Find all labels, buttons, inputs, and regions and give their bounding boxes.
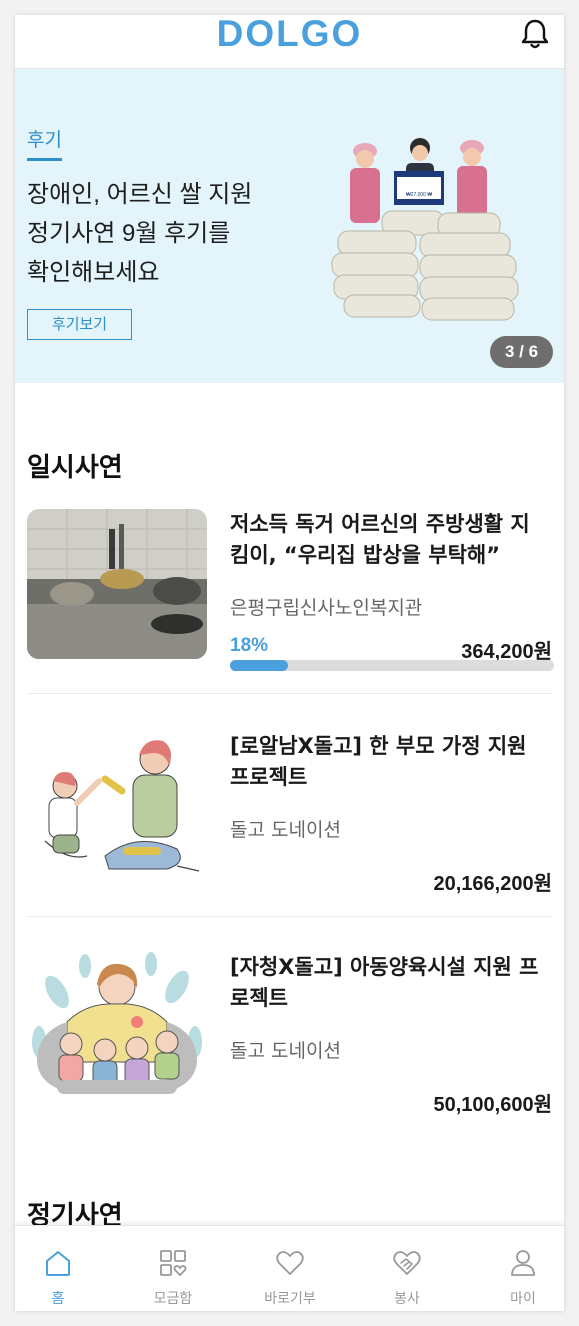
banner-title: 장애인, 어르신 쌀 지원 정기사연 9월 후기를 확인해보세요 xyxy=(27,175,317,292)
nav-my[interactable]: 마이 xyxy=(473,1226,564,1311)
nav-label: 홈 xyxy=(51,1291,65,1307)
nav-label: 모금함 xyxy=(153,1291,193,1307)
divider xyxy=(27,693,552,694)
campaign-progress-rate: 18% xyxy=(230,635,269,656)
campaign-title[interactable]: [로알남X돌고] 한 부모 가정 지원 프로젝트 xyxy=(230,731,555,793)
campaign-card[interactable]: [로알남X돌고] 한 부모 가정 지원 프로젝트 돌고 도네이션 20,166,… xyxy=(27,731,555,895)
banner-title-line: 장애인, 어르신 쌀 지원 xyxy=(27,181,253,208)
nav-label: 바로기부 xyxy=(264,1291,316,1307)
caregiver-children-illustration xyxy=(27,952,207,1102)
rice-bags xyxy=(331,210,519,321)
sign-amount: ₩27,000 ₩ xyxy=(406,192,432,198)
heart-icon xyxy=(276,1251,304,1275)
bell-icon[interactable] xyxy=(519,18,551,50)
rice-donation-photo: ₩27,000 ₩ xyxy=(331,138,519,321)
parent-child-illustration xyxy=(27,731,207,881)
campaign-title[interactable]: 저소득 독거 어르신의 주방생활 지 킴이, “우리집 밥상을 부탁해” xyxy=(230,509,555,571)
home-icon xyxy=(46,1251,70,1276)
campaign-card[interactable]: [자청X돌고] 아동양육시설 지원 프 로젝트 돌고 도네이션 50,100,6… xyxy=(27,952,555,1116)
banner-title-line: 정기사연 9월 후기를 xyxy=(27,220,231,247)
volunteer-person xyxy=(457,140,487,221)
dolgo-logo[interactable]: DOLGO xyxy=(15,15,564,53)
bottom-nav: 홈 모금함 바로기부 봉사 마이 xyxy=(15,1225,564,1311)
campaign-title[interactable]: [자청X돌고] 아동양육시설 지원 프 로젝트 xyxy=(230,952,555,1014)
campaign-title-line: 로젝트 xyxy=(230,986,288,1010)
banner-tag: 후기 xyxy=(27,125,62,161)
campaign-thumbnail xyxy=(27,731,207,881)
nav-direct-donate[interactable]: 바로기부 xyxy=(240,1226,340,1311)
nav-donation-box[interactable]: 모금함 xyxy=(123,1226,223,1311)
campaign-title-line: [자청X돌고] 아동양육시설 지원 프 xyxy=(230,955,539,979)
campaign-card[interactable]: 저소득 독거 어르신의 주방생활 지 킴이, “우리집 밥상을 부탁해” 은평구… xyxy=(27,509,555,671)
campaign-organization: 은평구립신사노인복지관 xyxy=(230,597,423,619)
grid-heart-icon xyxy=(160,1250,187,1277)
app-header: DOLGO xyxy=(15,15,564,69)
section-title-temporary: 일시사연 xyxy=(27,453,123,483)
nav-home[interactable]: 홈 xyxy=(15,1226,108,1311)
divider xyxy=(27,916,552,917)
review-banner[interactable]: 후기 장애인, 어르신 쌀 지원 정기사연 9월 후기를 확인해보세요 후기보기 xyxy=(15,69,564,383)
campaign-title-line: 저소득 독거 어르신의 주방생활 지 xyxy=(230,512,530,536)
app-frame: DOLGO 후기 장애인, 어르신 쌀 지원 정기사연 9월 후기를 확인해보세… xyxy=(15,15,564,1311)
view-review-button[interactable]: 후기보기 xyxy=(27,309,132,340)
campaign-amount: 20,166,200원 xyxy=(433,873,553,895)
nav-label: 봉사 xyxy=(394,1291,420,1307)
nav-volunteer[interactable]: 봉사 xyxy=(357,1226,457,1311)
campaign-thumbnail xyxy=(27,952,207,1102)
campaign-thumbnail xyxy=(27,509,207,659)
kitchen-photo xyxy=(27,509,207,659)
nav-label: 마이 xyxy=(510,1291,536,1307)
handshake-heart-icon xyxy=(393,1251,421,1275)
campaign-amount: 50,100,600원 xyxy=(433,1094,553,1116)
campaign-progress-bar xyxy=(230,660,554,671)
campaign-progress-fill xyxy=(230,660,289,671)
banner-title-line: 확인해보세요 xyxy=(27,259,160,286)
campaign-organization: 돌고 도네이션 xyxy=(230,1040,341,1062)
campaign-title-line: [로알남X돌고] 한 부모 가정 지원 xyxy=(230,734,527,758)
person-icon xyxy=(511,1250,535,1276)
banner-pager: 3 / 6 xyxy=(490,336,553,368)
volunteer-person xyxy=(350,143,380,223)
campaign-title-line: 프로젝트 xyxy=(230,765,308,789)
campaign-organization: 돌고 도네이션 xyxy=(230,819,341,841)
campaign-title-line: 킴이, “우리집 밥상을 부탁해” xyxy=(230,543,501,567)
